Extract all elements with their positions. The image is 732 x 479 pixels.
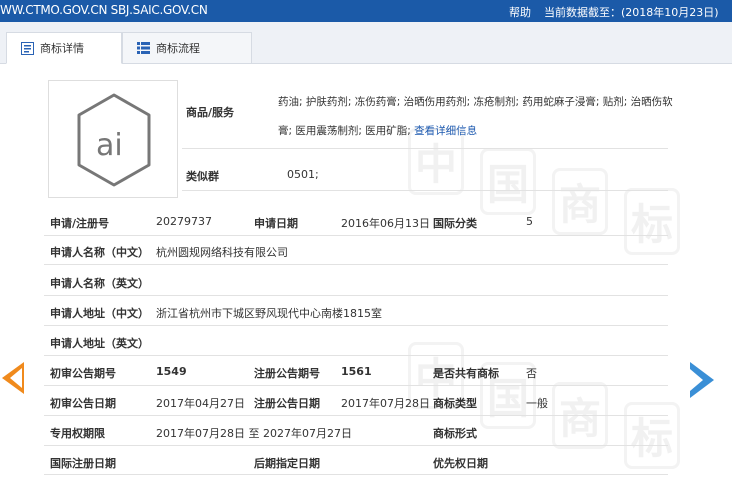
divider [44, 325, 668, 326]
trademark-logo-icon: ai [77, 93, 151, 187]
goods-line: 膏; 医用震荡制剂; 医用矿脂; [278, 125, 411, 137]
divider [182, 148, 668, 149]
data-date: 当前数据截至：(2018年10月23日) [544, 6, 719, 19]
reg-ann-date-label: 注册公告日期 [254, 397, 320, 410]
apply-date-value: 2016年06月13日 [341, 217, 430, 230]
prelim-date-value: 2017年04月27日 [156, 397, 245, 410]
divider [44, 415, 668, 416]
tm-form-label: 商标形式 [433, 427, 477, 440]
applicant-cn-value: 杭州圆规网络科技有限公司 [156, 246, 288, 259]
divider [44, 355, 668, 356]
applicant-cn-label: 申请人名称（中文） [50, 246, 149, 259]
site-urls: WW.CTMO.GOV.CN SBJ.SAIC.GOV.CN [0, 3, 208, 17]
reg-no-label: 申请/注册号 [50, 217, 110, 230]
exclusive-term-label: 专用权期限 [50, 427, 105, 440]
next-arrow-icon[interactable] [690, 362, 714, 398]
divider [44, 445, 668, 446]
address-cn-value: 浙江省杭州市下城区野风现代中心南楼1815室 [156, 307, 382, 320]
applicant-en-label: 申请人名称（英文） [50, 277, 149, 290]
watermark: 商 [552, 168, 609, 235]
intl-class-value: 5 [526, 215, 533, 228]
reg-ann-date-value: 2017年07月28日 [341, 397, 430, 410]
goods-list: 药油; 护肤药剂; 冻伤药膏; 治晒伤用药剂; 冻疮制剂; 药用蛇麻子浸膏; 贴… [278, 88, 688, 146]
divider [44, 385, 668, 386]
divider [44, 264, 668, 265]
view-details-link[interactable]: 查看详细信息 [414, 125, 477, 137]
goods-label: 商品/服务 [186, 106, 235, 119]
priority-date-label: 优先权日期 [433, 457, 488, 470]
similar-group-value: 0501; [287, 168, 319, 181]
prelim-no-label: 初审公告期号 [50, 367, 116, 380]
goods-line: 药油; 护肤药剂; 冻伤药膏; 治晒伤用药剂; 冻疮制剂; 药用蛇麻子浸膏; 贴… [278, 96, 673, 108]
intl-class-label: 国际分类 [433, 217, 477, 230]
list-icon [137, 42, 150, 54]
divider [44, 235, 668, 236]
divider [44, 295, 668, 296]
tab-bar: 商标详情 商标流程 [0, 22, 732, 64]
shared-value: 否 [526, 367, 537, 380]
goods-line-2: 膏; 医用震荡制剂; 医用矿脂; 查看详细信息 [278, 117, 688, 146]
intl-reg-date-label: 国际注册日期 [50, 457, 116, 470]
document-icon [21, 42, 34, 55]
address-en-label: 申请人地址（英文） [50, 337, 149, 350]
tab-label: 商标详情 [40, 42, 84, 55]
prelim-no-value: 1549 [156, 365, 187, 378]
help-link[interactable]: 帮助 [509, 4, 531, 20]
address-cn-label: 申请人地址（中文） [50, 307, 149, 320]
reg-ann-no-label: 注册公告期号 [254, 367, 320, 380]
prev-arrow-icon[interactable] [2, 362, 24, 394]
divider [182, 190, 668, 191]
similar-group-label: 类似群 [186, 170, 219, 183]
divider [44, 474, 668, 475]
watermark: 标 [624, 402, 681, 469]
tab-trademark-details[interactable]: 商标详情 [6, 32, 122, 64]
tab-trademark-process[interactable]: 商标流程 [122, 32, 252, 64]
watermark: 标 [624, 188, 681, 255]
exclusive-term-value: 2017年07月28日 至 2027年07月27日 [156, 427, 352, 440]
tab-label: 商标流程 [156, 42, 200, 55]
tm-type-label: 商标类型 [433, 397, 477, 410]
later-date-label: 后期指定日期 [254, 457, 320, 470]
watermark: 国 [480, 148, 537, 215]
reg-ann-no-value: 1561 [341, 365, 372, 378]
trademark-image: ai [48, 80, 178, 198]
svg-text:ai: ai [96, 128, 123, 163]
shared-label: 是否共有商标 [433, 367, 499, 380]
apply-date-label: 申请日期 [254, 217, 298, 230]
prelim-date-label: 初审公告日期 [50, 397, 116, 410]
tm-type-value: 一般 [526, 397, 548, 410]
reg-no-value: 20279737 [156, 215, 212, 228]
top-bar: WW.CTMO.GOV.CN SBJ.SAIC.GOV.CN 帮助 当前数据截至… [0, 0, 732, 22]
